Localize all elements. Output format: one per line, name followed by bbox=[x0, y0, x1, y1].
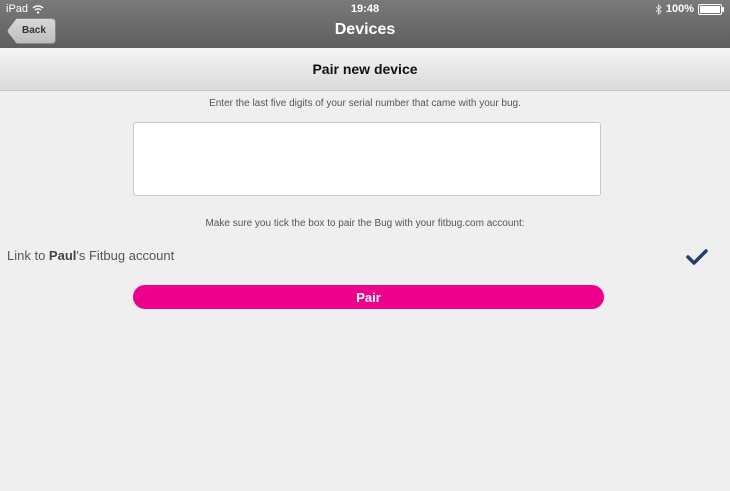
pair-button[interactable]: Pair bbox=[133, 285, 604, 309]
serial-number-input[interactable] bbox=[133, 122, 601, 196]
link-account-row[interactable]: Link to Paul's Fitbug account bbox=[7, 248, 174, 263]
checkmark-icon[interactable] bbox=[685, 248, 709, 266]
serial-instruction: Enter the last five digits of your seria… bbox=[209, 98, 521, 109]
link-prefix: Link to bbox=[7, 248, 49, 263]
bluetooth-icon bbox=[655, 3, 662, 15]
link-suffix: 's Fitbug account bbox=[76, 248, 175, 263]
battery-icon bbox=[698, 3, 724, 15]
page-title: Devices bbox=[334, 21, 396, 38]
battery-percent: 100% bbox=[665, 3, 694, 15]
link-username: Paul bbox=[48, 248, 77, 263]
section-title: Pair new device bbox=[0, 48, 730, 91]
battery-level bbox=[700, 5, 720, 13]
status-time: 19:48 bbox=[350, 3, 380, 15]
navigation-bar: iPad 19:48 100% Back Devices bbox=[0, 0, 730, 48]
status-right: 100% bbox=[655, 3, 724, 15]
tick-instruction: Make sure you tick the box to pair the B… bbox=[205, 218, 525, 229]
